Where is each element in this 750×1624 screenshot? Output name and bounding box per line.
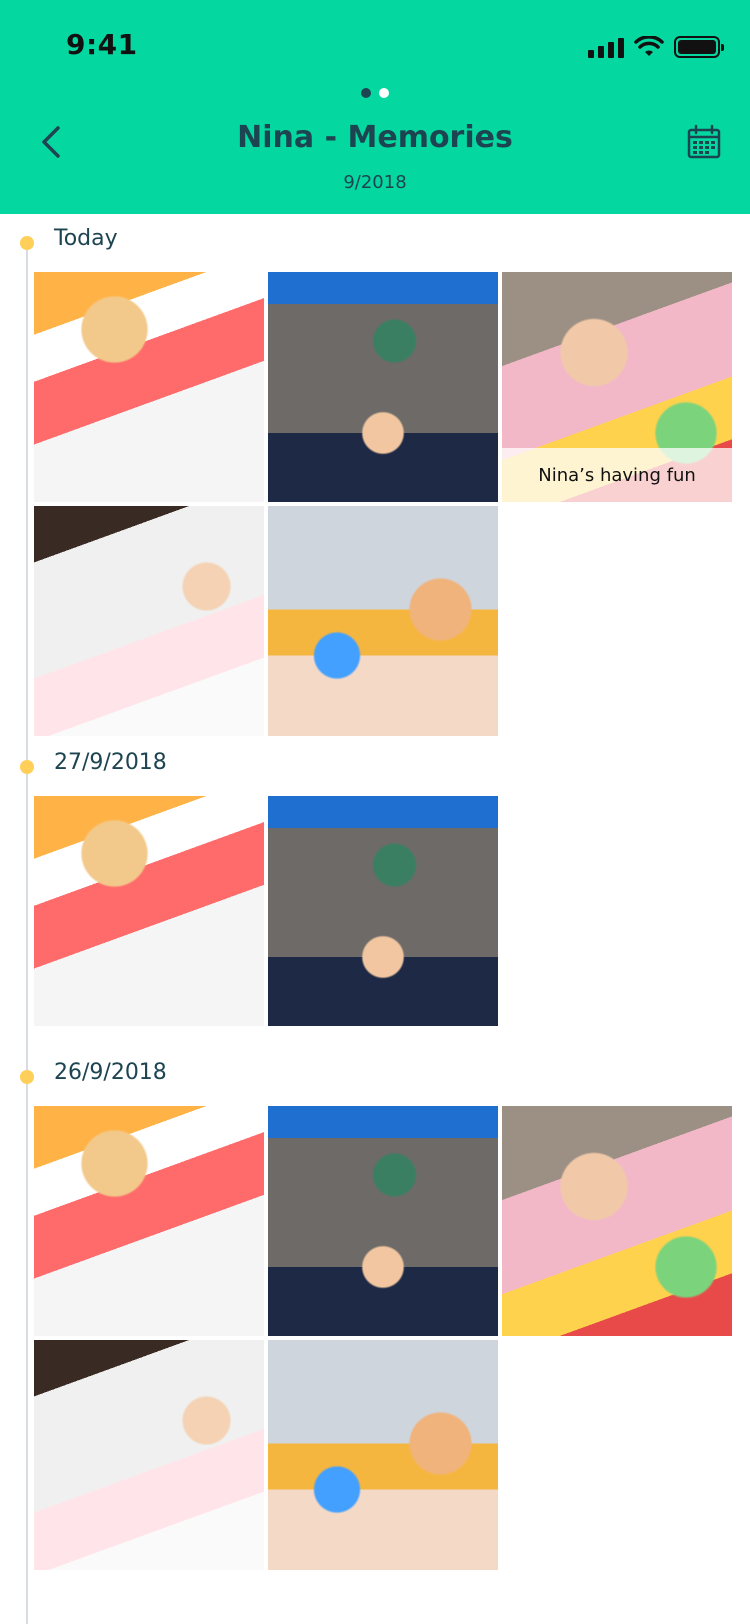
photo-grid xyxy=(34,796,732,1026)
section-date: 26/9/2018 xyxy=(54,1060,167,1085)
photo-thumbnail[interactable] xyxy=(34,272,264,502)
page-subtitle: 9/2018 xyxy=(343,172,407,193)
photo-grid xyxy=(34,1106,732,1570)
timeline-dot xyxy=(20,760,34,774)
photo-thumbnail[interactable] xyxy=(34,506,264,736)
photo-caption: Nina’s having fun xyxy=(502,448,732,502)
battery-icon xyxy=(674,36,724,58)
photo-thumbnail[interactable] xyxy=(268,1106,498,1336)
photo-thumbnail[interactable] xyxy=(34,1106,264,1336)
photo-thumbnail[interactable]: Nina’s having fun xyxy=(502,272,732,502)
app-header: 9:41 Nina - Memories 9/2018 xyxy=(0,0,750,214)
timeline-dot xyxy=(20,1070,34,1084)
timeline-line xyxy=(26,250,28,1624)
photo-thumbnail[interactable] xyxy=(34,796,264,1026)
photo-thumbnail[interactable] xyxy=(268,506,498,736)
photo-thumbnail[interactable] xyxy=(268,796,498,1026)
calendar-button[interactable] xyxy=(686,124,722,160)
section-date: 27/9/2018 xyxy=(54,750,167,775)
status-icons xyxy=(588,34,724,60)
timeline-dot xyxy=(20,236,34,250)
photo-thumbnail[interactable] xyxy=(268,272,498,502)
section-date: Today xyxy=(54,226,118,251)
page-dot[interactable] xyxy=(379,88,389,98)
photo-grid: Nina’s having fun xyxy=(34,272,732,736)
status-time: 9:41 xyxy=(66,28,138,61)
page-indicator xyxy=(0,88,750,98)
photo-thumbnail[interactable] xyxy=(268,1340,498,1570)
photo-thumbnail[interactable] xyxy=(502,1106,732,1336)
calendar-icon xyxy=(687,124,721,159)
photo-thumbnail[interactable] xyxy=(34,1340,264,1570)
wifi-icon xyxy=(634,36,664,56)
page-dot-active[interactable] xyxy=(361,88,371,98)
page-title: Nina - Memories xyxy=(237,120,513,155)
cellular-signal-icon xyxy=(588,36,624,58)
